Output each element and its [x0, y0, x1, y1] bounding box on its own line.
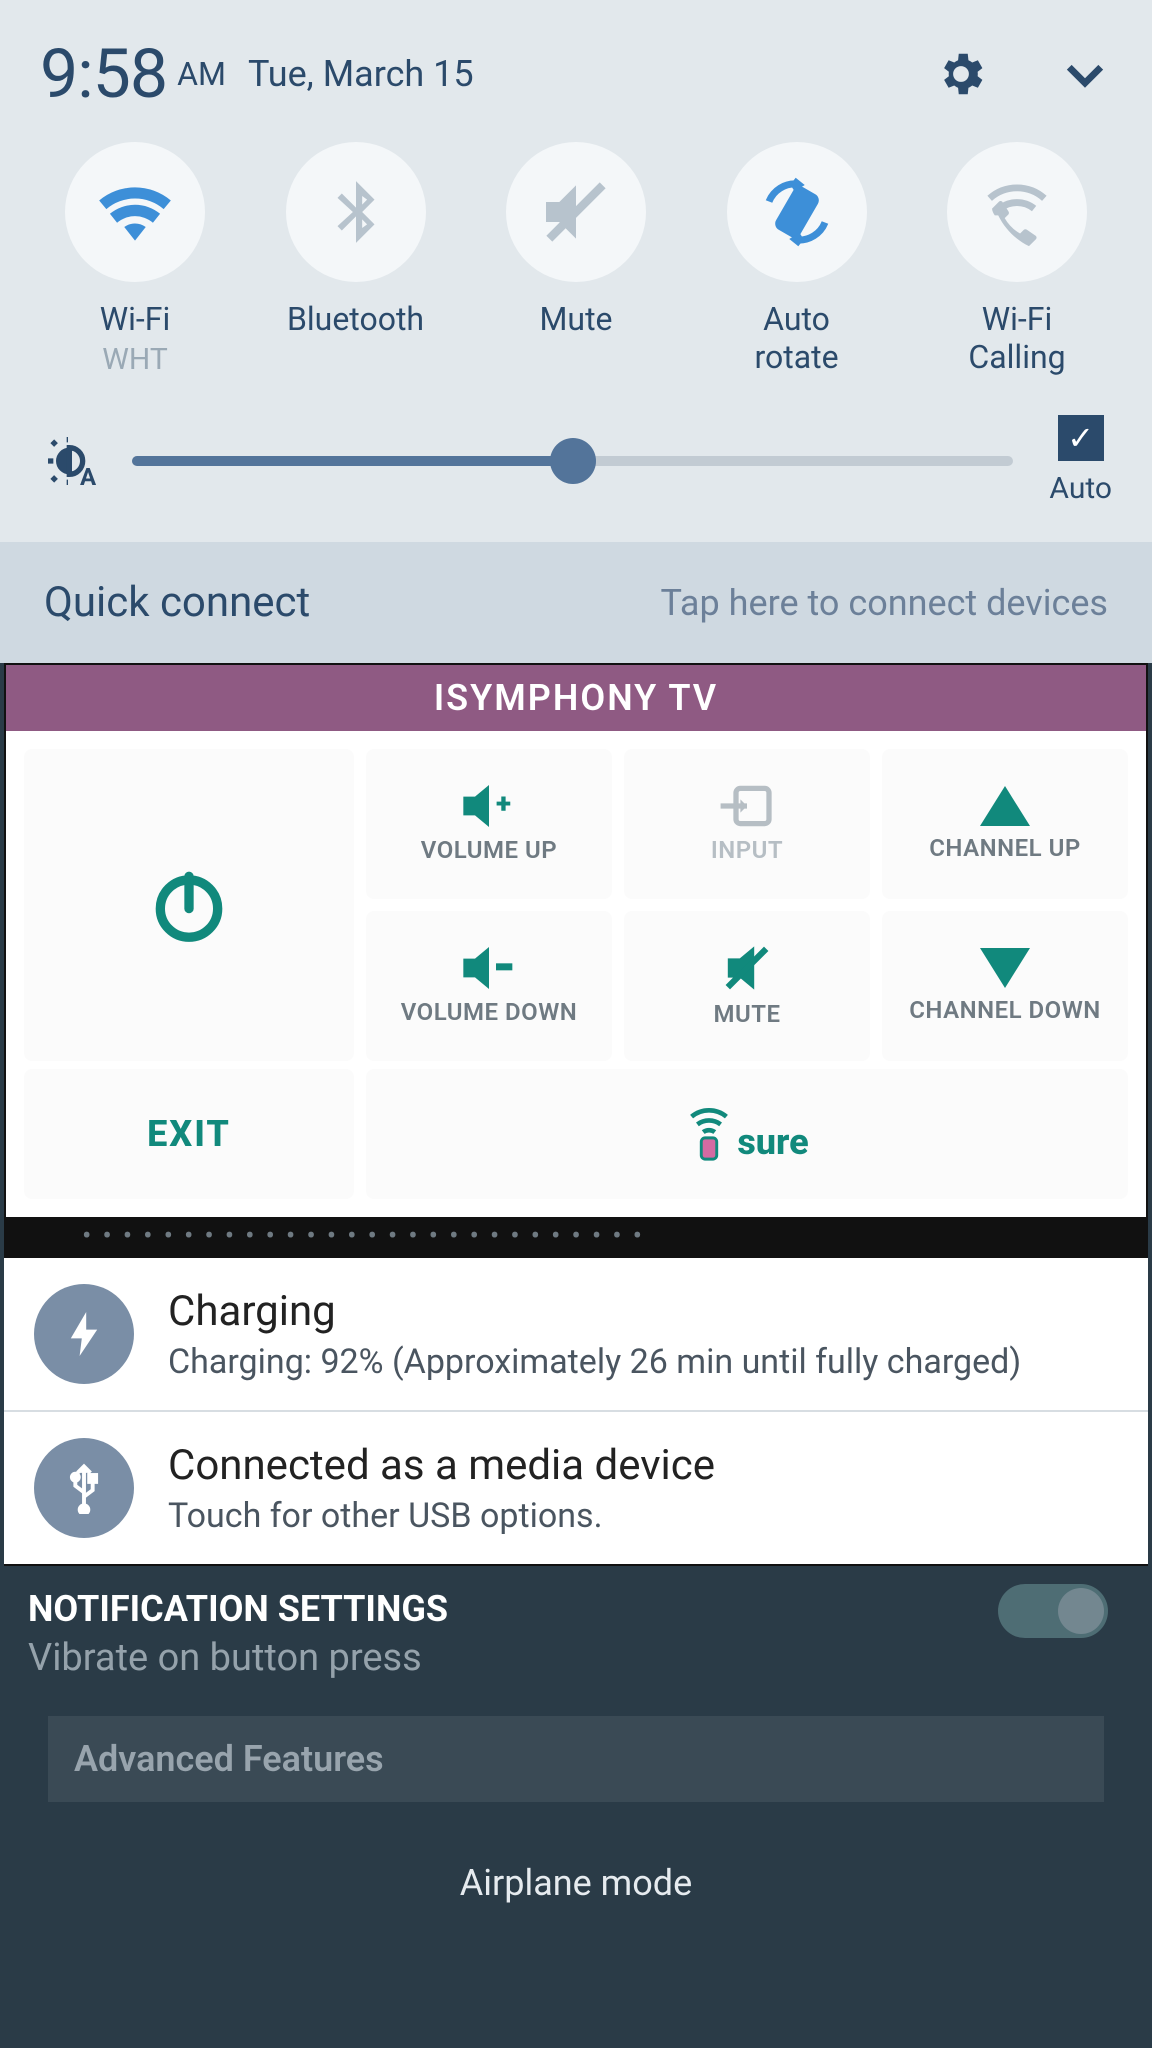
clock-time: 9:58	[40, 34, 167, 114]
notification-charging[interactable]: Charging Charging: 92% (Approximately 26…	[4, 1256, 1148, 1410]
tv-volume-down-button[interactable]: VOLUME DOWN	[366, 911, 612, 1061]
input-icon	[719, 784, 775, 828]
qs-label: Bluetooth	[287, 300, 424, 338]
tv-button-label: INPUT	[711, 836, 783, 864]
qs-bluetooth[interactable]: Bluetooth	[261, 142, 451, 377]
quick-connect-hint: Tap here to connect devices	[660, 582, 1108, 624]
mute-icon	[536, 172, 616, 252]
svg-text:+: +	[496, 787, 512, 820]
tv-power-button[interactable]	[24, 749, 354, 1061]
notification-title: Connected as a media device	[168, 1441, 1118, 1490]
usb-icon	[34, 1438, 134, 1538]
sure-logo-icon: sure	[685, 1105, 808, 1163]
lightning-icon	[34, 1284, 134, 1384]
volume-down-icon	[461, 946, 517, 990]
bluetooth-icon	[319, 175, 393, 249]
auto-brightness-icon: A	[40, 429, 104, 493]
tv-app-logo-button[interactable]: sure	[366, 1069, 1128, 1199]
tv-button-label: CHANNEL UP	[929, 834, 1081, 862]
advanced-features-label: Advanced Features	[74, 1738, 384, 1780]
bg-heading: NOTIFICATION SETTINGS	[28, 1588, 1124, 1630]
qs-sublabel: WHT	[102, 342, 168, 377]
slider-thumb[interactable]	[550, 438, 596, 484]
notification-usb[interactable]: Connected as a media device Touch for ot…	[4, 1410, 1148, 1566]
power-icon	[146, 862, 232, 948]
expand-chevron-icon[interactable]	[1058, 47, 1112, 101]
quick-settings-row: Wi-Fi WHT Bluetooth Mute Auto rotate W	[0, 132, 1152, 387]
qs-auto-rotate[interactable]: Auto rotate	[702, 142, 892, 377]
status-bar: 9:58 AM Tue, March 15	[0, 0, 1152, 132]
tv-channel-down-button[interactable]: CHANNEL DOWN	[882, 911, 1128, 1061]
clock-ampm: AM	[177, 55, 226, 93]
advanced-features-row[interactable]: Advanced Features	[48, 1716, 1104, 1802]
tv-button-label: MUTE	[713, 1000, 780, 1028]
tv-button-label: CHANNEL DOWN	[909, 996, 1101, 1024]
qs-label: Wi-Fi	[100, 300, 170, 338]
tv-button-label: VOLUME DOWN	[401, 998, 578, 1026]
notification-text: Touch for other USB options.	[168, 1496, 1118, 1536]
volume-up-icon: +	[461, 784, 517, 828]
qs-wifi[interactable]: Wi-Fi WHT	[40, 142, 230, 377]
qs-label: Auto rotate	[754, 300, 838, 377]
tv-volume-up-button[interactable]: + VOLUME UP	[366, 749, 612, 899]
notification-title: Charging	[168, 1287, 1118, 1336]
tv-card-header: ISYMPHONY TV	[6, 665, 1146, 731]
tv-button-label: VOLUME UP	[421, 836, 557, 864]
wifi-calling-icon	[976, 171, 1058, 253]
brightness-slider[interactable]	[132, 456, 1013, 466]
auto-rotate-icon	[755, 170, 839, 254]
triangle-up-icon	[977, 786, 1033, 826]
vibrate-toggle[interactable]	[998, 1584, 1108, 1638]
speaker-mute-icon	[723, 944, 771, 992]
wifi-icon	[92, 169, 178, 255]
brightness-row: A ✓ Auto	[0, 387, 1152, 542]
clock-date: Tue, March 15	[248, 53, 474, 95]
bg-subtitle: Vibrate on button press	[28, 1636, 1124, 1680]
quick-connect-title: Quick connect	[44, 578, 310, 627]
auto-brightness-label: Auto	[1049, 471, 1112, 506]
notification-text: Charging: 92% (Approximately 26 min unti…	[168, 1342, 1118, 1382]
background-settings-layer: Vibrate NOTIFICATION SETTINGS Vibrate on…	[0, 1568, 1152, 1878]
auto-brightness-checkbox[interactable]: ✓	[1058, 415, 1104, 461]
truncated-background-text: • • • • • • • • • • • • • • • • • • • • …	[4, 1217, 1148, 1256]
triangle-down-icon	[977, 948, 1033, 988]
tv-input-button[interactable]: INPUT	[624, 749, 870, 899]
qs-wifi-calling[interactable]: Wi-Fi Calling	[922, 142, 1112, 377]
tv-channel-up-button[interactable]: CHANNEL UP	[882, 749, 1128, 899]
qs-label: Mute	[539, 300, 612, 338]
settings-gear-icon[interactable]	[934, 47, 1058, 101]
tv-exit-label: EXIT	[147, 1113, 231, 1155]
tv-mute-button[interactable]: MUTE	[624, 911, 870, 1061]
svg-text:A: A	[80, 463, 97, 491]
qs-mute[interactable]: Mute	[481, 142, 671, 377]
tv-remote-card: ISYMPHONY TV + VOLUME UP INPUT CHANNEL U…	[4, 663, 1148, 1217]
quick-connect-row[interactable]: Quick connect Tap here to connect device…	[0, 542, 1152, 663]
qs-label: Wi-Fi Calling	[968, 300, 1065, 377]
tv-exit-button[interactable]: EXIT	[24, 1069, 354, 1199]
airplane-mode-label: Airplane mode	[28, 1862, 1124, 1904]
